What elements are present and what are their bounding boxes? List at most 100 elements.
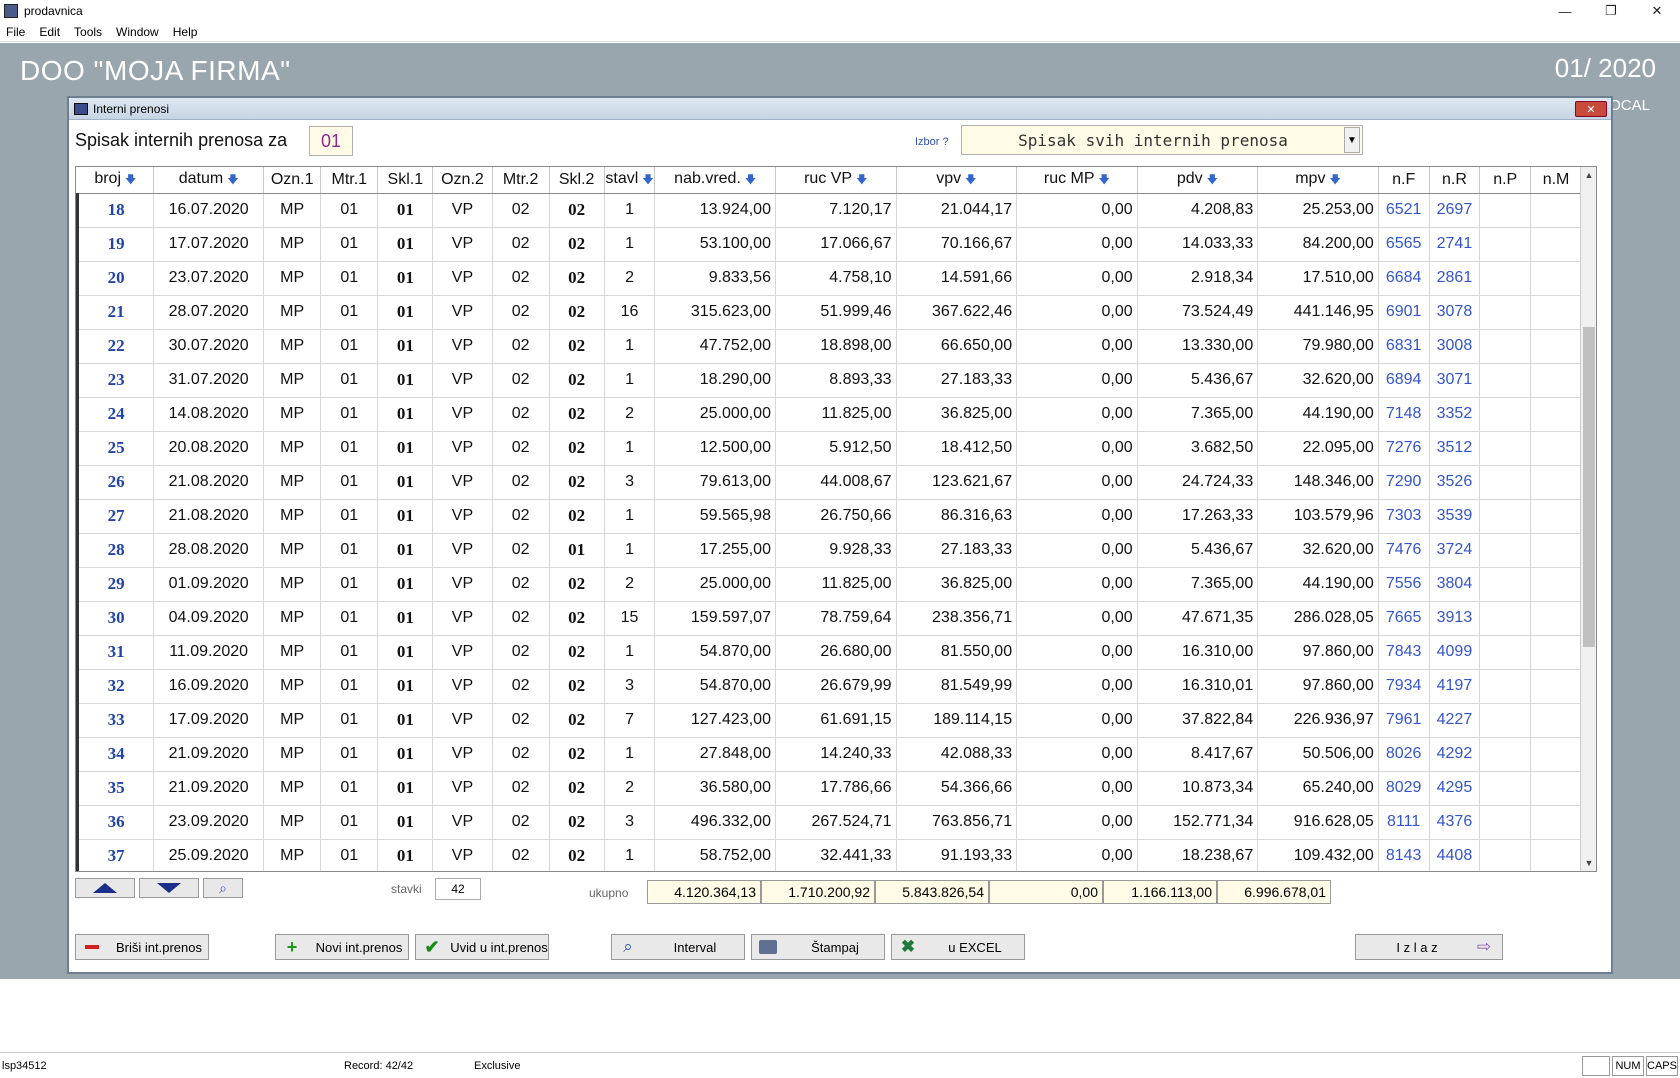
sort-arrow-icon[interactable]: 🡇 <box>1207 174 1218 186</box>
table-cell[interactable]: 3804 <box>1429 567 1481 602</box>
table-cell[interactable]: 7276 <box>1378 431 1430 466</box>
table-row[interactable]: 19 17.07.2020 MP 01 01 VP 02 02 1 53.100,00 17.066… <box>76 227 1582 262</box>
scroll-up-icon[interactable]: ▲ <box>1581 167 1596 183</box>
sort-arrow-icon[interactable]: 🡇 <box>1099 174 1110 186</box>
menu-edit[interactable]: Edit <box>33 25 68 39</box>
table-cell[interactable]: 6894 <box>1378 363 1430 398</box>
table-cell[interactable]: 3539 <box>1429 499 1481 534</box>
table-cell[interactable]: 4376 <box>1429 805 1481 840</box>
column-header[interactable]: Ozn.1 <box>263 167 322 194</box>
table-row[interactable]: 21 28.07.2020 MP 01 01 VP 02 02 16 315.623,00 51.9… <box>76 295 1582 330</box>
column-header[interactable]: datum 🡇 <box>153 167 265 194</box>
table-row[interactable]: 27 21.08.2020 MP 01 01 VP 02 02 1 59.565,98 26.750… <box>76 499 1582 534</box>
table-cell[interactable]: 6565 <box>1378 227 1430 262</box>
column-header[interactable]: stavl 🡇 <box>604 167 656 194</box>
column-header[interactable]: nab.vred. 🡇 <box>654 167 776 194</box>
column-header[interactable]: ruc MP 🡇 <box>1016 167 1138 194</box>
table-cell[interactable]: 8029 <box>1378 771 1430 806</box>
table-cell[interactable]: 7290 <box>1378 465 1430 500</box>
table-cell[interactable]: 7934 <box>1378 669 1430 704</box>
table-cell[interactable]: 3526 <box>1429 465 1481 500</box>
column-header[interactable]: pdv 🡇 <box>1137 167 1259 194</box>
table-cell[interactable]: 7476 <box>1378 533 1430 568</box>
table-cell[interactable]: 4295 <box>1429 771 1481 806</box>
table-cell[interactable]: 7303 <box>1378 499 1430 534</box>
table-cell[interactable]: 4099 <box>1429 635 1481 670</box>
table-cell[interactable]: 3512 <box>1429 431 1481 466</box>
table-cell[interactable]: 7556 <box>1378 567 1430 602</box>
table-cell[interactable]: 4408 <box>1429 839 1481 871</box>
excel-button[interactable]: ✖ u EXCEL <box>891 934 1025 960</box>
column-header[interactable]: Ozn.2 <box>432 167 493 194</box>
column-header[interactable]: broj 🡇 <box>77 167 155 194</box>
sort-arrow-icon[interactable]: 🡇 <box>227 174 238 186</box>
table-cell[interactable]: 8111 <box>1378 805 1430 840</box>
table-cell[interactable]: 7843 <box>1378 635 1430 670</box>
table-cell[interactable]: 7961 <box>1378 703 1430 738</box>
new-transfer-button[interactable]: + Novi int.prenos <box>275 934 409 960</box>
interval-button[interactable]: ⌕ Interval <box>611 934 745 960</box>
table-row[interactable]: 22 30.07.2020 MP 01 01 VP 02 02 1 47.752,00 18.898… <box>76 329 1582 364</box>
table-cell[interactable]: 3724 <box>1429 533 1481 568</box>
table-cell[interactable]: 6831 <box>1378 329 1430 364</box>
menu-window[interactable]: Window <box>110 25 167 39</box>
print-button[interactable]: Štampaj <box>751 934 885 960</box>
izbor-select[interactable]: Spisak svih internih prenosa ▼ <box>961 125 1363 155</box>
chevron-down-icon[interactable]: ▼ <box>1344 127 1360 153</box>
column-header[interactable]: vpv 🡇 <box>896 167 1018 194</box>
table-row[interactable]: 29 01.09.2020 MP 01 01 VP 02 02 2 25.000,00 11.825… <box>76 567 1582 602</box>
sort-arrow-icon[interactable]: 🡇 <box>125 174 136 186</box>
table-row[interactable]: 25 20.08.2020 MP 01 01 VP 02 02 1 12.500,00 5.912,… <box>76 431 1582 466</box>
table-row[interactable]: 37 25.09.2020 MP 01 01 VP 02 02 1 58.752,00 32.441… <box>76 839 1582 871</box>
sort-arrow-icon[interactable]: 🡇 <box>1329 174 1340 186</box>
table-row[interactable]: 18 16.07.2020 MP 01 01 VP 02 02 1 13.924,00 7.120,… <box>76 193 1582 228</box>
scroll-thumb[interactable] <box>1583 327 1595 647</box>
exit-button[interactable]: I z l a z ⇨ <box>1355 934 1503 960</box>
delete-transfer-button[interactable]: Briši int.prenos <box>75 934 209 960</box>
column-header[interactable]: n.M <box>1530 167 1582 194</box>
table-row[interactable]: 31 11.09.2020 MP 01 01 VP 02 02 1 54.870,00 26.680… <box>76 635 1582 670</box>
table-cell[interactable]: 8143 <box>1378 839 1430 871</box>
table-cell[interactable]: 6521 <box>1378 193 1430 228</box>
column-header[interactable]: Mtr.2 <box>492 167 550 194</box>
table-cell[interactable]: 3078 <box>1429 295 1481 330</box>
table-cell[interactable]: 7665 <box>1378 601 1430 636</box>
sort-arrow-icon[interactable]: 🡇 <box>745 174 756 186</box>
table-row[interactable]: 28 28.08.2020 MP 01 01 VP 02 01 1 17.255,00 9.928,… <box>76 533 1582 568</box>
table-row[interactable]: 33 17.09.2020 MP 01 01 VP 02 02 7 127.423,00 61.69… <box>76 703 1582 738</box>
column-header[interactable]: Mtr.1 <box>320 167 379 194</box>
column-header[interactable]: mpv 🡇 <box>1257 167 1379 194</box>
sort-arrow-icon[interactable]: 🡇 <box>642 174 653 186</box>
month-field[interactable]: 01 <box>309 126 353 156</box>
table-row[interactable]: 23 31.07.2020 MP 01 01 VP 02 02 1 18.290,00 8.893,… <box>76 363 1582 398</box>
table-cell[interactable]: 6901 <box>1378 295 1430 330</box>
table-cell[interactable]: 2861 <box>1429 261 1481 296</box>
column-header[interactable]: Skl.1 <box>377 167 434 194</box>
table-cell[interactable]: 3071 <box>1429 363 1481 398</box>
restore-button[interactable]: ❐ <box>1588 0 1634 22</box>
next-record-button[interactable] <box>139 878 199 898</box>
menu-help[interactable]: Help <box>167 25 206 39</box>
view-transfer-button[interactable]: ✔ Uvid u int.prenos <box>415 934 549 960</box>
table-cell[interactable]: 6684 <box>1378 261 1430 296</box>
scroll-down-icon[interactable]: ▼ <box>1581 855 1596 871</box>
table-cell[interactable]: 7148 <box>1378 397 1430 432</box>
menu-file[interactable]: File <box>0 25 33 39</box>
minimize-button[interactable]: — <box>1542 0 1588 22</box>
close-button[interactable]: ✕ <box>1634 0 1680 22</box>
table-row[interactable]: 20 23.07.2020 MP 01 01 VP 02 02 2 9.833,56 4.758,1… <box>76 261 1582 296</box>
window-close-button[interactable]: ✕ <box>1575 101 1607 117</box>
sort-arrow-icon[interactable]: 🡇 <box>856 174 867 186</box>
vertical-scrollbar[interactable]: ▲ ▼ <box>1580 167 1596 871</box>
column-header[interactable]: n.F <box>1378 167 1430 194</box>
table-cell[interactable]: 4197 <box>1429 669 1481 704</box>
table-cell[interactable]: 3913 <box>1429 601 1481 636</box>
prev-record-button[interactable] <box>75 878 135 898</box>
table-row[interactable]: 34 21.09.2020 MP 01 01 VP 02 02 1 27.848,00 14.240… <box>76 737 1582 772</box>
table-cell[interactable]: 8026 <box>1378 737 1430 772</box>
table-row[interactable]: 24 14.08.2020 MP 01 01 VP 02 02 2 25.000,00 11.825… <box>76 397 1582 432</box>
zoom-button[interactable]: ⌕ <box>203 878 243 898</box>
sort-arrow-icon[interactable]: 🡇 <box>965 174 976 186</box>
column-header[interactable]: Skl.2 <box>549 167 605 194</box>
table-row[interactable]: 26 21.08.2020 MP 01 01 VP 02 02 3 79.613,00 44.008… <box>76 465 1582 500</box>
